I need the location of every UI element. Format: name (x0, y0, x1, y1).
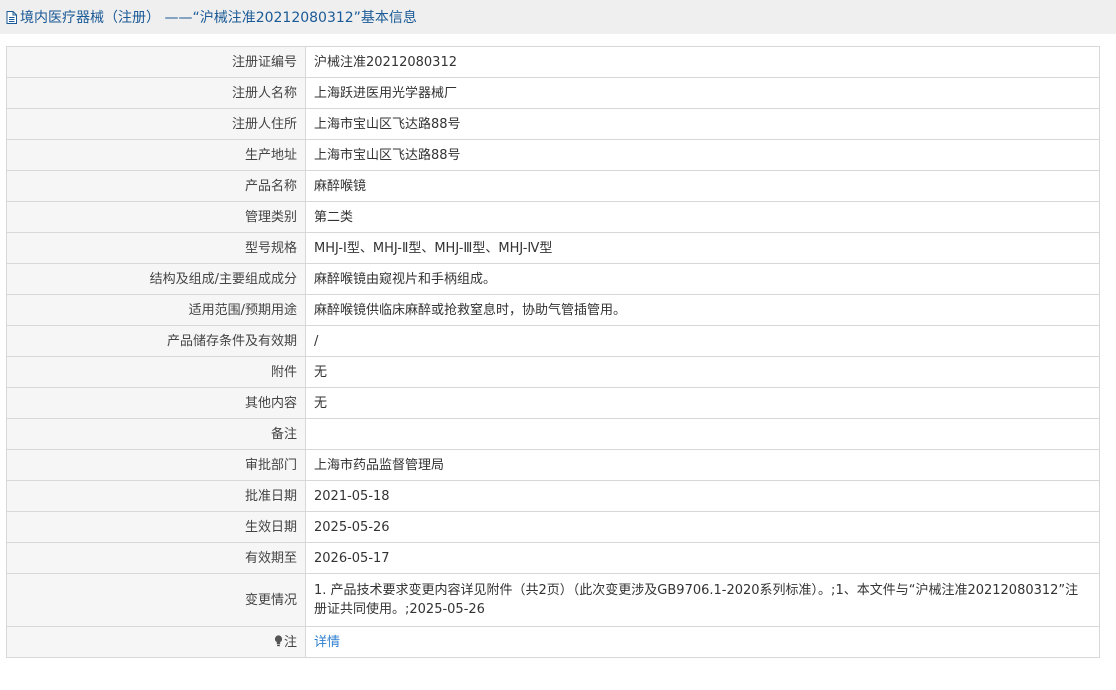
field-label: 产品储存条件及有效期 (6, 325, 306, 357)
note-label-cell: 注 (6, 626, 306, 658)
field-value: 上海跃进医用光学器械厂 (305, 77, 1100, 109)
table-row: 产品储存条件及有效期 / (6, 325, 1100, 357)
table-row: 产品名称 麻醉喉镜 (6, 170, 1100, 202)
table-row: 结构及组成/主要组成成分 麻醉喉镜由窥视片和手柄组成。 (6, 263, 1100, 295)
field-label: 变更情况 (6, 573, 306, 627)
field-label: 附件 (6, 356, 306, 388)
table-row: 批准日期 2021-05-18 (6, 480, 1100, 512)
field-value: 麻醉喉镜供临床麻醉或抢救窒息时，协助气管插管用。 (305, 294, 1100, 326)
table-row: 管理类别 第二类 (6, 201, 1100, 233)
note-value-cell: 详情 (305, 626, 1100, 658)
page-header: 境内医疗器械（注册） ——“沪械注准20212080312”基本信息 (0, 0, 1116, 34)
table-row: 生产地址 上海市宝山区飞达路88号 (6, 139, 1100, 171)
field-value: 第二类 (305, 201, 1100, 233)
table-row: 型号规格 MHJ-Ⅰ型、MHJ-Ⅱ型、MHJ-Ⅲ型、MHJ-Ⅳ型 (6, 232, 1100, 264)
field-value (305, 418, 1100, 450)
info-table-container: 注册证编号 沪械注准20212080312 注册人名称 上海跃进医用光学器械厂 注册人住… (6, 46, 1100, 658)
info-table-body: 注册证编号 沪械注准20212080312 注册人名称 上海跃进医用光学器械厂 注册人住… (6, 46, 1100, 627)
document-icon (6, 10, 17, 24)
field-value: 2026-05-17 (305, 542, 1100, 574)
field-label: 注册人住所 (6, 108, 306, 140)
note-label: 注 (283, 634, 297, 650)
field-label: 审批部门 (6, 449, 306, 481)
field-label: 注册证编号 (6, 46, 306, 78)
field-label: 批准日期 (6, 480, 306, 512)
table-row: 其他内容无 (6, 387, 1100, 419)
table-row: 备注 (6, 418, 1100, 450)
field-value: 麻醉喉镜 (305, 170, 1100, 202)
field-value: / (305, 325, 1100, 357)
field-value: 无 (305, 387, 1100, 419)
field-label: 结构及组成/主要组成成分 (6, 263, 306, 295)
field-value: 2021-05-18 (305, 480, 1100, 512)
field-value: 无 (305, 356, 1100, 388)
details-link[interactable]: 详情 (314, 635, 340, 650)
field-label: 其他内容 (6, 387, 306, 419)
table-row: 附件无 (6, 356, 1100, 388)
field-value: 沪械注准20212080312 (305, 46, 1100, 78)
table-row: 生效日期 2025-05-26 (6, 511, 1100, 543)
page-title: 境内医疗器械（注册） ——“沪械注准20212080312”基本信息 (20, 10, 417, 26)
field-label: 生产地址 (6, 139, 306, 171)
table-row: 有效期至 2026-05-17 (6, 542, 1100, 574)
field-label: 备注 (6, 418, 306, 450)
field-value: 2025-05-26 (305, 511, 1100, 543)
field-value: 麻醉喉镜由窥视片和手柄组成。 (305, 263, 1100, 295)
table-row: 审批部门 上海市药品监督管理局 (6, 449, 1100, 481)
table-row: 注册人住所 上海市宝山区飞达路88号 (6, 108, 1100, 140)
table-row: 变更情况 1. 产品技术要求变更内容详见附件（共2页）（此次变更涉及GB9706.… (6, 573, 1100, 627)
table-row: 注册证编号 沪械注准20212080312 (6, 46, 1100, 78)
field-label: 适用范围/预期用途 (6, 294, 306, 326)
field-value: 上海市宝山区飞达路88号 (305, 108, 1100, 140)
field-value: MHJ-Ⅰ型、MHJ-Ⅱ型、MHJ-Ⅲ型、MHJ-Ⅳ型 (305, 232, 1100, 264)
table-row: 注册人名称 上海跃进医用光学器械厂 (6, 77, 1100, 109)
info-table: 注册证编号 沪械注准20212080312 注册人名称 上海跃进医用光学器械厂 注册人住… (6, 46, 1100, 658)
note-row-body: 注 详情 (6, 626, 1100, 658)
field-label: 生效日期 (6, 511, 306, 543)
lightbulb-icon (274, 634, 283, 647)
note-row: 注 详情 (6, 626, 1100, 658)
field-label: 型号规格 (6, 232, 306, 264)
field-label: 注册人名称 (6, 77, 306, 109)
field-value: 1. 产品技术要求变更内容详见附件（共2页）（此次变更涉及GB9706.1-20… (305, 573, 1100, 627)
field-label: 产品名称 (6, 170, 306, 202)
field-label: 管理类别 (6, 201, 306, 233)
field-value: 上海市药品监督管理局 (305, 449, 1100, 481)
field-label: 有效期至 (6, 542, 306, 574)
table-row: 适用范围/预期用途 麻醉喉镜供临床麻醉或抢救窒息时，协助气管插管用。 (6, 294, 1100, 326)
field-value: 上海市宝山区飞达路88号 (305, 139, 1100, 171)
